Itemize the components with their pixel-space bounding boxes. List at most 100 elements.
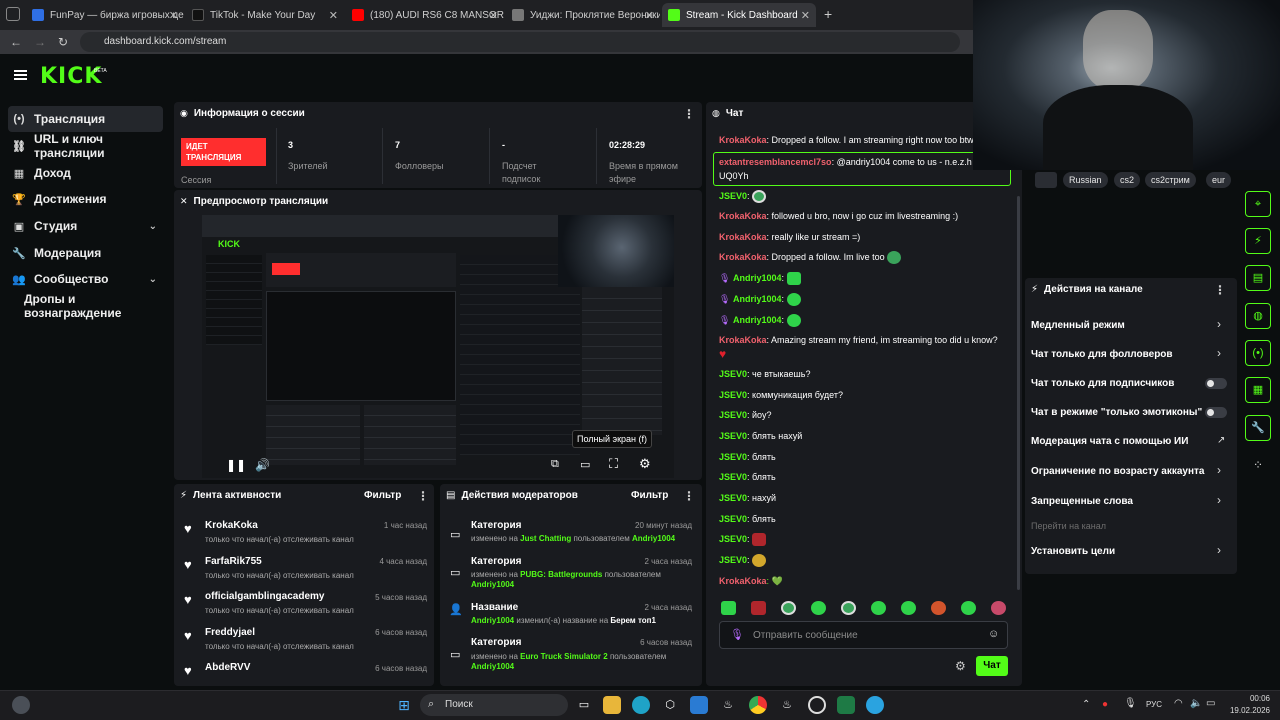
chat-scrollbar[interactable] xyxy=(1017,196,1020,590)
tab-movie[interactable]: Уиджи: Проклятие Вероники ✕ xyxy=(506,3,660,27)
volume-icon[interactable]: 🔊 xyxy=(255,458,270,472)
tag-russian[interactable]: Russian xyxy=(1063,172,1108,188)
subscribers-only-toggle[interactable] xyxy=(1205,378,1227,389)
activity-menu-icon[interactable]: ⋮ xyxy=(417,489,429,503)
tab-funpay[interactable]: FunPay — биржа игровых цен ✕ xyxy=(26,3,184,27)
pip-icon[interactable]: ⧉ xyxy=(551,458,559,471)
tab-close-icon[interactable]: ✕ xyxy=(169,9,178,22)
play-pause-icon[interactable]: ❚❚ xyxy=(226,458,246,472)
hamburger-menu-icon[interactable] xyxy=(14,70,27,80)
tray-chevron-icon[interactable]: ⌃ xyxy=(1082,699,1090,710)
rail-chat-icon[interactable]: ◍ xyxy=(1245,303,1271,329)
settings-gear-icon[interactable]: ⚙ xyxy=(639,456,651,472)
rail-broadcast-icon[interactable]: (•) xyxy=(1245,340,1271,366)
tray-battery-icon[interactable]: ▭ xyxy=(1206,698,1215,709)
excel-icon[interactable] xyxy=(837,696,855,714)
sidebar-item-drops[interactable]: Дропы и вознаграждение xyxy=(20,292,175,320)
chat-input[interactable]: 🎙 Отправить сообщение ☺ xyxy=(719,621,1008,649)
set-goals-item[interactable]: Установить цели xyxy=(1031,546,1115,557)
tag-eur[interactable]: eur xyxy=(1206,172,1232,188)
back-icon[interactable]: ← xyxy=(10,35,22,49)
sidebar-item-stream[interactable]: (•) Трансляция xyxy=(8,106,163,132)
microphone-icon[interactable]: 🎙 xyxy=(730,628,744,641)
tag-cs2stream[interactable]: cs2стрим xyxy=(1145,172,1196,188)
tab-search-icon[interactable] xyxy=(6,7,20,21)
edge-icon[interactable] xyxy=(632,696,650,714)
followers-only-item[interactable]: Чат только для фолловеров xyxy=(1031,349,1173,360)
rail-dots-icon[interactable]: ⁘ xyxy=(1253,458,1263,472)
weather-icon[interactable] xyxy=(12,696,30,714)
obs-icon[interactable] xyxy=(808,696,826,714)
tab-close-icon[interactable]: ✕ xyxy=(329,9,338,22)
activity-user[interactable]: FarfaRik755 xyxy=(205,556,262,567)
emote-1-icon[interactable] xyxy=(721,601,736,615)
chevron-right-icon[interactable]: › xyxy=(1217,463,1221,477)
windows-start-icon[interactable]: ⊞ xyxy=(395,696,413,714)
sidebar-item-community[interactable]: 👥 Сообщество ⌄ xyxy=(8,266,163,292)
emote-10-icon[interactable] xyxy=(991,601,1006,615)
task-view-icon[interactable]: ▭ xyxy=(575,696,593,714)
tray-language[interactable]: РУС xyxy=(1146,700,1162,709)
emote-9-icon[interactable] xyxy=(961,601,976,615)
app-icon[interactable]: ⬡ xyxy=(661,696,679,714)
url-input[interactable]: dashboard.kick.com/stream xyxy=(80,32,960,52)
activity-user[interactable]: KrokaKoka xyxy=(205,520,258,531)
telegram-icon[interactable] xyxy=(866,696,884,714)
tray-time[interactable]: 00:06 xyxy=(1238,694,1270,703)
vscode-icon[interactable] xyxy=(690,696,708,714)
account-age-item[interactable]: Ограничение по возрасту аккаунта xyxy=(1031,466,1205,477)
tab-youtube[interactable]: (180) AUDI RS6 C8 MANSORY ✕ xyxy=(346,3,504,27)
emote-4-icon[interactable] xyxy=(811,601,826,615)
external-link-icon[interactable]: ↗ xyxy=(1217,435,1225,446)
file-explorer-icon[interactable] xyxy=(603,696,621,714)
chevron-right-icon[interactable]: › xyxy=(1217,493,1221,507)
rail-target-icon[interactable]: ⌖ xyxy=(1245,191,1271,217)
activity-user[interactable]: Freddyjael xyxy=(205,627,255,638)
emote-8-icon[interactable] xyxy=(931,601,946,615)
chevron-down-icon[interactable]: ⌄ xyxy=(149,274,157,285)
activity-filter-button[interactable]: Фильтр xyxy=(364,490,401,501)
rail-document-icon[interactable]: ▤ xyxy=(1245,265,1271,291)
emoji-picker-icon[interactable]: ☺ xyxy=(988,628,999,640)
sidebar-item-achievements[interactable]: 🏆 Достижения xyxy=(8,186,163,212)
reload-icon[interactable]: ↻ xyxy=(58,35,68,49)
tab-close-icon[interactable]: ✕ xyxy=(645,9,654,22)
mod-filter-button[interactable]: Фильтр xyxy=(631,490,668,501)
tag-cs2[interactable]: cs2 xyxy=(1114,172,1141,188)
sidebar-item-income[interactable]: ▦ Доход xyxy=(8,160,163,186)
tab-kick-dashboard[interactable]: Stream - Kick Dashboard ✕ xyxy=(662,3,816,27)
rail-wrench-icon[interactable]: 🔧 xyxy=(1245,415,1271,441)
tray-wifi-icon[interactable]: ◠ xyxy=(1174,698,1183,709)
forward-icon[interactable]: → xyxy=(34,35,46,49)
emote-3-icon[interactable] xyxy=(781,601,796,615)
steam-2-icon[interactable]: ♨ xyxy=(778,696,796,714)
activity-user[interactable]: officialgamblingacademy xyxy=(205,591,324,602)
emote-2-icon[interactable] xyxy=(751,601,766,615)
chat-settings-icon[interactable]: ⚙ xyxy=(955,659,966,673)
tray-date[interactable]: 19.02.2026 xyxy=(1224,706,1270,715)
emote-7-icon[interactable] xyxy=(901,601,916,615)
chevron-down-icon[interactable]: ⌄ xyxy=(149,221,157,232)
rail-bolt-icon[interactable]: ⚡ xyxy=(1245,228,1271,254)
emote-5-icon[interactable] xyxy=(841,601,856,615)
ai-moderation-item[interactable]: Модерация чата с помощью ИИ xyxy=(1031,436,1188,447)
slow-mode-item[interactable]: Медленный режим xyxy=(1031,320,1125,331)
rail-layout-icon[interactable]: ▦ xyxy=(1245,377,1271,403)
chrome-icon[interactable] xyxy=(749,696,767,714)
tab-tiktok[interactable]: TikTok - Make Your Day ✕ xyxy=(186,3,344,27)
session-menu-icon[interactable]: ⋮ xyxy=(683,107,695,121)
chevron-right-icon[interactable]: › xyxy=(1217,543,1221,557)
fullscreen-icon[interactable]: ⛶ xyxy=(609,456,618,472)
mod-menu-icon[interactable]: ⋮ xyxy=(683,489,695,503)
chevron-right-icon[interactable]: › xyxy=(1217,346,1221,360)
tray-app-icon[interactable]: ● xyxy=(1102,699,1108,710)
chat-send-button[interactable]: Чат xyxy=(976,656,1008,676)
taskbar-search[interactable]: ⌕ Поиск xyxy=(420,694,568,716)
tray-volume-icon[interactable]: 🔈 xyxy=(1190,698,1202,709)
emote-6-icon[interactable] xyxy=(871,601,886,615)
sidebar-item-moderation[interactable]: 🔧 Модерация xyxy=(8,240,163,266)
theater-icon[interactable]: ▭ xyxy=(580,458,590,471)
sidebar-item-studio[interactable]: ▣ Студия ⌄ xyxy=(8,213,163,239)
tab-close-icon[interactable]: ✕ xyxy=(801,9,810,22)
tray-mic-icon[interactable]: 🎙 xyxy=(1124,698,1137,709)
